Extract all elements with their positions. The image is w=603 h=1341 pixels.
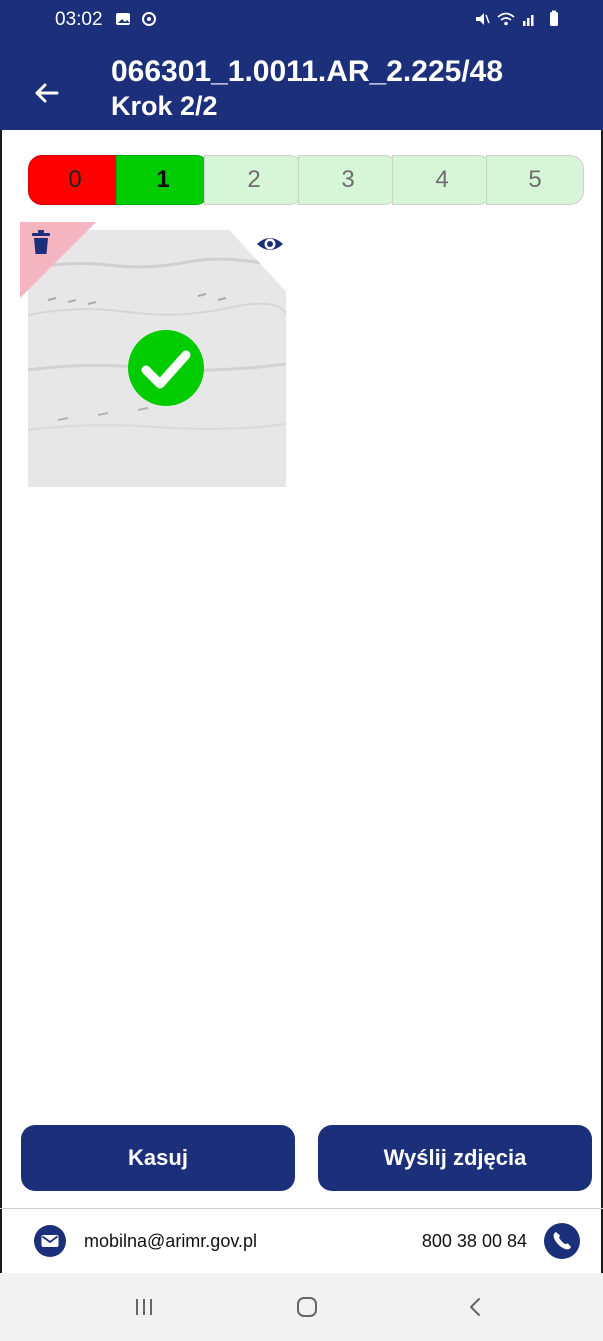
segment-2-label: 2 bbox=[247, 166, 261, 193]
segment-4[interactable]: 4 bbox=[392, 155, 492, 205]
eye-icon[interactable] bbox=[255, 232, 285, 256]
send-photos-button[interactable]: Wyślij zdjęcia bbox=[318, 1125, 592, 1191]
system-nav-bar bbox=[0, 1273, 603, 1341]
wifi-icon bbox=[497, 12, 515, 26]
delete-button[interactable]: Kasuj bbox=[21, 1125, 295, 1191]
segment-5[interactable]: 5 bbox=[486, 155, 584, 205]
contact-phone[interactable]: 800 38 00 84 bbox=[422, 1231, 527, 1252]
trash-icon[interactable] bbox=[30, 230, 52, 256]
signal-icon bbox=[523, 15, 534, 26]
contact-footer: mobilna@arimr.gov.pl 800 38 00 84 bbox=[0, 1209, 603, 1273]
status-bar: 03:02 bbox=[0, 0, 603, 40]
phone-icon[interactable] bbox=[543, 1222, 581, 1260]
segment-5-label: 5 bbox=[528, 166, 542, 193]
page-title: 066301_1.0011.AR_2.225/48 bbox=[111, 55, 504, 88]
segment-1[interactable]: 1 bbox=[116, 155, 210, 205]
gallery-icon bbox=[116, 13, 130, 25]
status-icons-right bbox=[473, 10, 563, 28]
check-circle-icon bbox=[128, 330, 204, 406]
photo-count-segments: 0 1 2 3 4 5 bbox=[28, 155, 584, 205]
circle-icon bbox=[142, 12, 156, 26]
delete-button-label: Kasuj bbox=[128, 1145, 188, 1170]
photo-card bbox=[20, 222, 288, 487]
status-time: 03:02 bbox=[55, 9, 103, 30]
segment-4-label: 4 bbox=[435, 166, 449, 193]
mail-icon[interactable] bbox=[33, 1224, 67, 1258]
recents-icon bbox=[136, 1299, 152, 1315]
recents-button[interactable] bbox=[122, 1285, 166, 1329]
home-button[interactable] bbox=[285, 1285, 329, 1329]
battery-icon bbox=[550, 10, 558, 26]
send-photos-button-label: Wyślij zdjęcia bbox=[383, 1145, 527, 1170]
chevron-left-icon bbox=[470, 1298, 480, 1316]
status-icons-left bbox=[114, 10, 158, 28]
segment-0-label: 0 bbox=[68, 166, 82, 193]
mute-icon bbox=[476, 13, 490, 25]
back-arrow-icon[interactable] bbox=[30, 76, 64, 110]
segment-0[interactable]: 0 bbox=[28, 155, 122, 205]
segment-2[interactable]: 2 bbox=[204, 155, 304, 205]
segment-1-label: 1 bbox=[156, 166, 170, 193]
system-back-button[interactable] bbox=[454, 1285, 498, 1329]
segment-3[interactable]: 3 bbox=[298, 155, 398, 205]
segment-3-label: 3 bbox=[341, 166, 355, 193]
home-icon bbox=[297, 1297, 317, 1317]
step-label: Krok 2/2 bbox=[111, 91, 218, 121]
app-header: 03:02 066301_1.0011.AR_2.225/48 Krok 2/2 bbox=[0, 0, 603, 130]
contact-email[interactable]: mobilna@arimr.gov.pl bbox=[84, 1231, 257, 1252]
